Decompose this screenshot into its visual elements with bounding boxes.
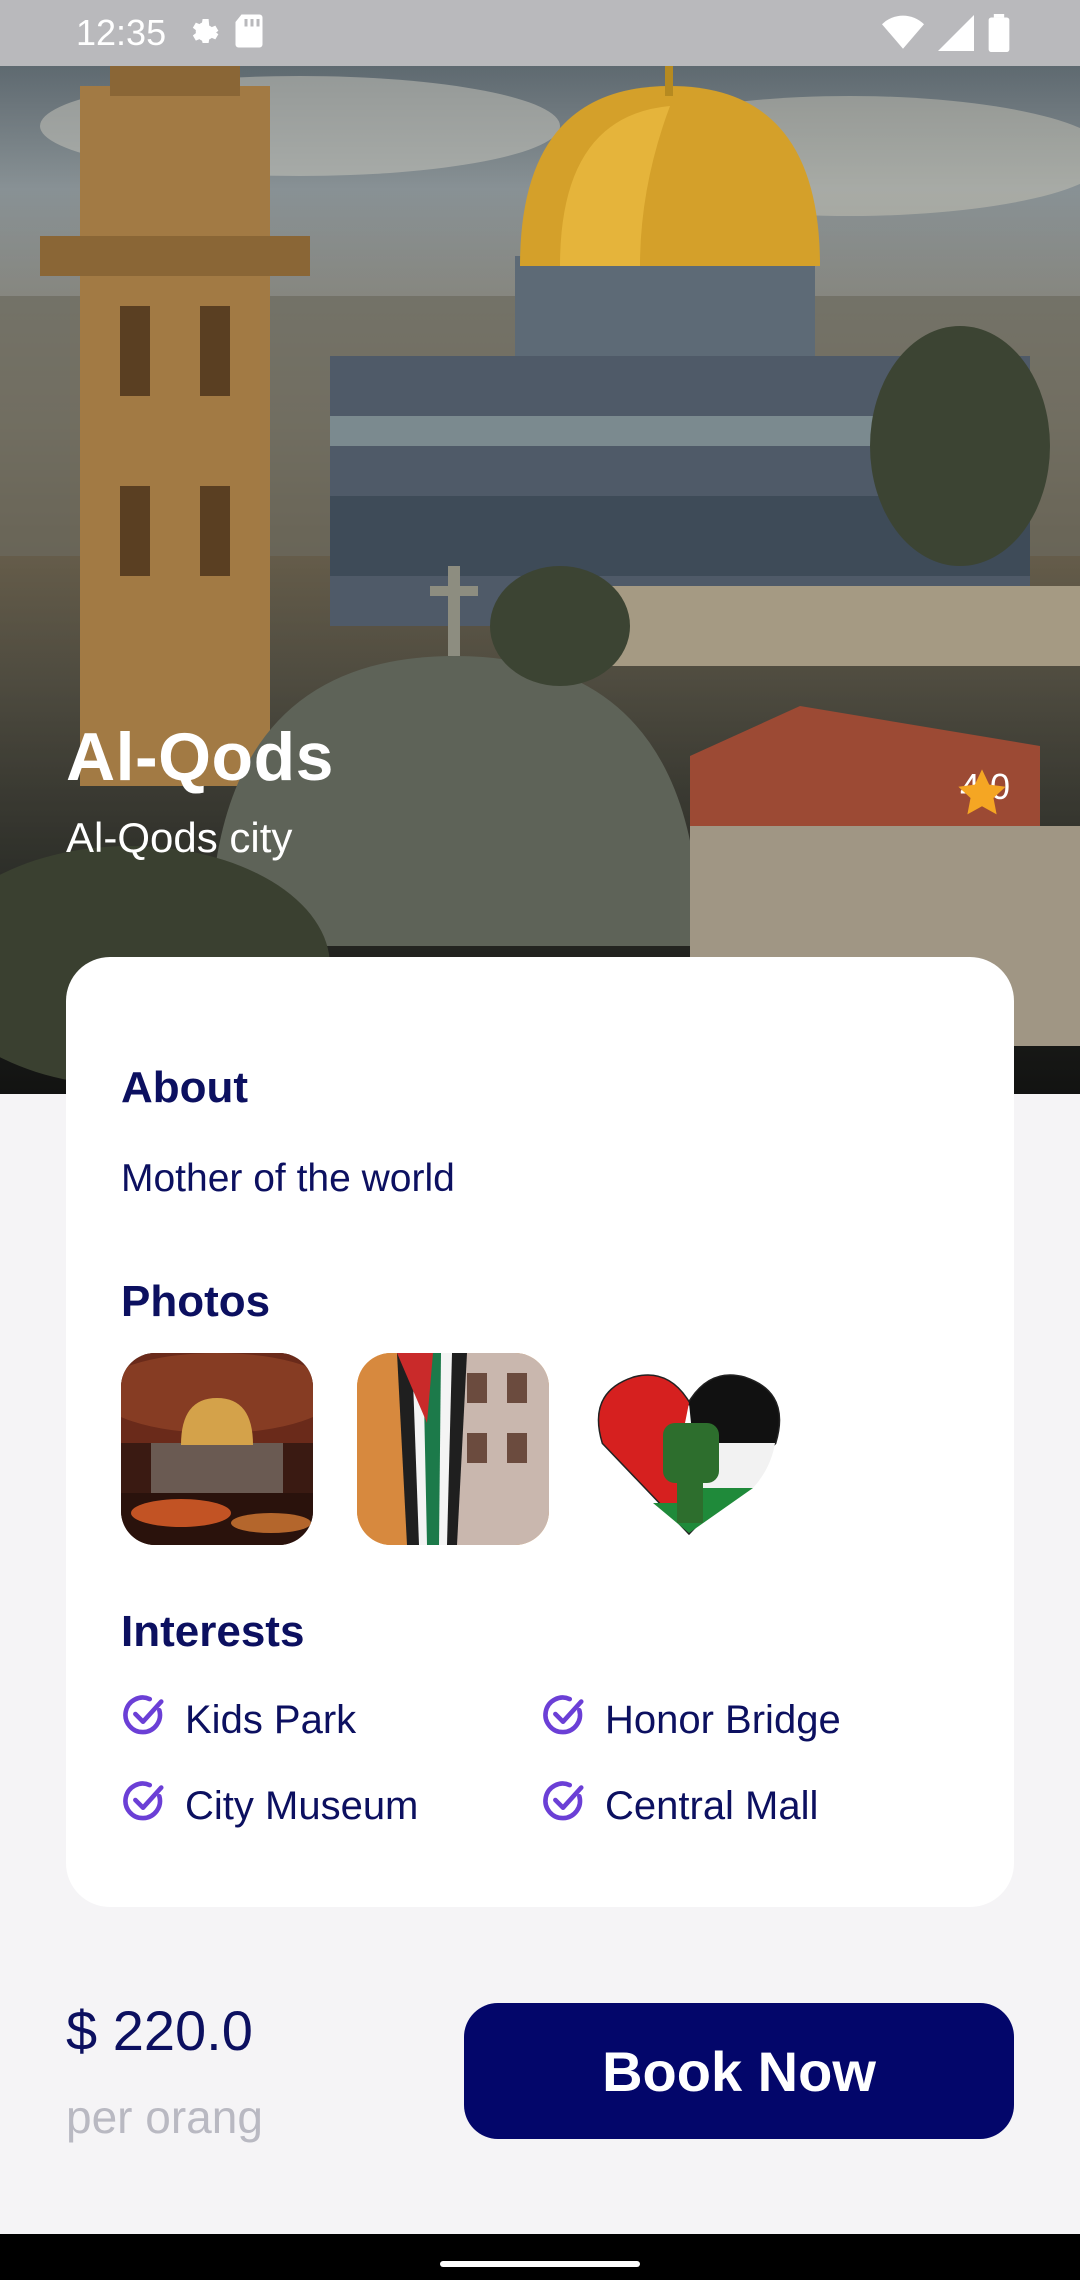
interest-label: Central Mall (605, 1783, 819, 1828)
interests-heading: Interests (121, 1607, 305, 1656)
details-card: About Mother of the world Photos Interes… (66, 957, 1014, 1907)
interest-label: City Museum (185, 1783, 419, 1828)
dome-of-the-rock-photo[interactable] (121, 1353, 313, 1545)
palestine-flag-photo[interactable] (357, 1353, 549, 1545)
status-bar: 12:35 (0, 0, 1080, 66)
price-unit: per orang (66, 2091, 263, 2143)
battery-icon (988, 14, 1010, 57)
interest-item: Honor Bridge (541, 1692, 961, 1748)
photos-heading: Photos (121, 1277, 271, 1326)
interest-item: Central Mall (541, 1778, 961, 1834)
check-circle-icon (121, 1778, 167, 1834)
home-gesture-handle[interactable] (440, 2261, 640, 2267)
place-title: Al-Qods (66, 719, 334, 795)
interests-list: Kids Park Honor Bridge City Museum Centr… (121, 1677, 971, 1849)
rating: 4.0 (954, 766, 1010, 815)
interest-label: Kids Park (185, 1697, 357, 1742)
interest-item: Kids Park (121, 1692, 541, 1748)
jerusalem-scene-illustration (0, 66, 1080, 1086)
sd-card-icon (234, 13, 264, 54)
check-circle-icon (121, 1692, 167, 1748)
check-circle-icon (541, 1778, 587, 1834)
interest-row: City Museum Central Mall (121, 1763, 971, 1849)
navigation-bar (0, 2234, 1080, 2280)
about-heading: About (121, 1063, 249, 1112)
status-time: 12:35 (76, 12, 167, 53)
interest-row: Kids Park Honor Bridge (121, 1677, 971, 1763)
about-text: Mother of the world (121, 1157, 455, 1200)
heart-fist-photo[interactable] (593, 1353, 785, 1545)
interest-label: Honor Bridge (605, 1697, 841, 1742)
photos-row (121, 1353, 785, 1545)
hero-image: Al-Qods Al-Qods city 4.0 (0, 66, 1080, 1094)
signal-icon (938, 15, 974, 56)
interest-item: City Museum (121, 1778, 541, 1834)
wifi-icon (882, 15, 924, 56)
price: $ 220.0 (66, 1999, 253, 2062)
check-circle-icon (541, 1692, 587, 1748)
gear-icon (184, 13, 220, 54)
place-subtitle: Al-Qods city (66, 814, 293, 861)
book-now-button[interactable]: Book Now (464, 2003, 1014, 2139)
